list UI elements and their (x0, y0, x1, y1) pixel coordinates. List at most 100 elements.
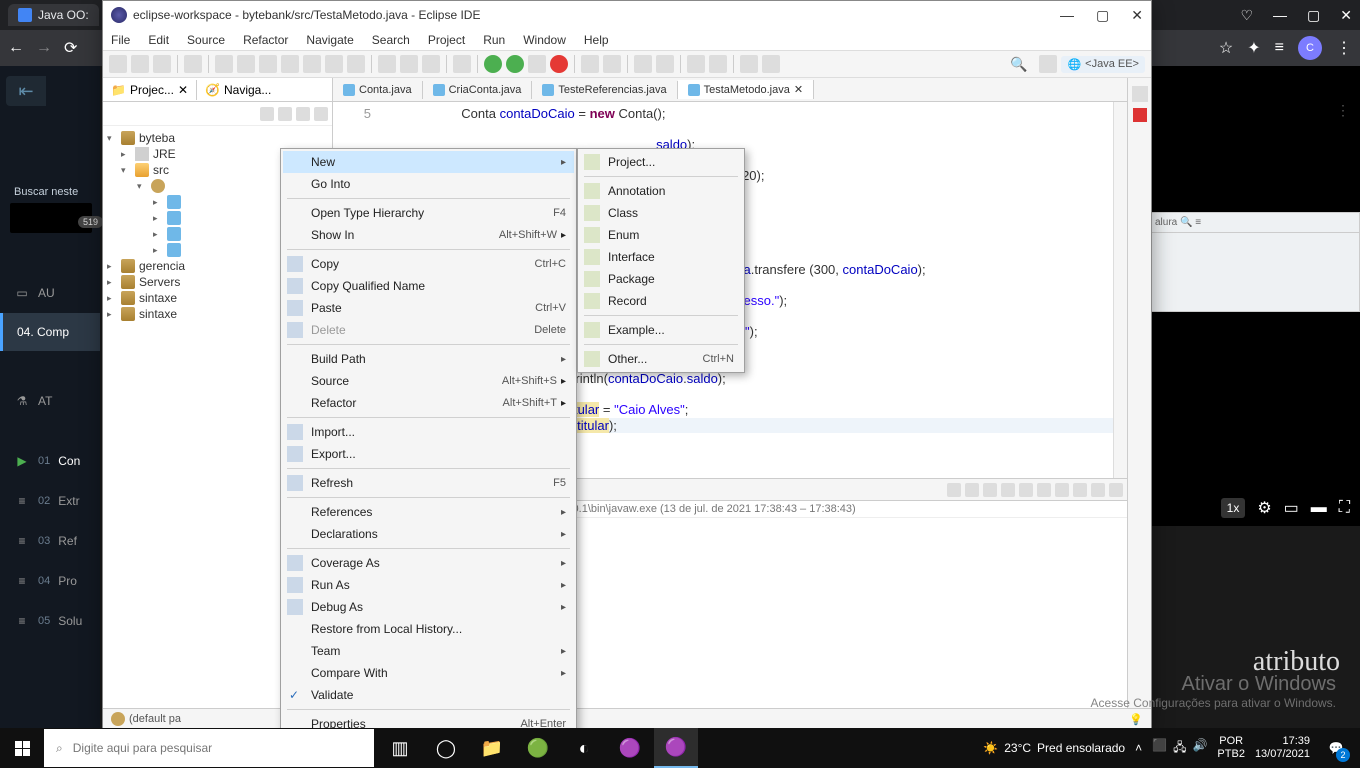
pin-icon[interactable] (453, 55, 471, 73)
new-other-[interactable]: Other...Ctrl+N (580, 348, 742, 370)
sidebar-item-play[interactable]: ▶01Con (0, 441, 100, 481)
explorer-tab-navigator[interactable]: 🧭 Naviga... (197, 80, 279, 100)
debug-green-icon[interactable] (528, 55, 546, 73)
menu-project[interactable]: Project (428, 33, 465, 47)
ctx-copy[interactable]: CopyCtrl+C (283, 253, 574, 275)
link-editor-icon[interactable] (278, 107, 292, 121)
start-button[interactable] (0, 728, 44, 768)
menu-run[interactable]: Run (483, 33, 505, 47)
media-icon[interactable]: ≡ (1275, 39, 1284, 57)
ctx-debug-as[interactable]: Debug As▸ (283, 596, 574, 618)
settings-icon[interactable]: ⚙ (1257, 498, 1271, 518)
extension-icon[interactable]: ✦ (1247, 38, 1260, 58)
sidebar-item-current[interactable]: 04. Comp (0, 313, 100, 351)
run-last-icon[interactable] (215, 55, 233, 73)
menu-edit[interactable]: Edit (148, 33, 169, 47)
forward-button[interactable]: → (36, 39, 52, 57)
sidebar-item-03[interactable]: ≡03Ref (0, 521, 100, 561)
stop-icon[interactable] (259, 55, 277, 73)
menu-icon[interactable]: ⋮ (1336, 38, 1352, 58)
clear-console-icon[interactable] (947, 483, 961, 497)
ctx-references[interactable]: References▸ (283, 501, 574, 523)
task-view-icon[interactable]: ▥ (378, 728, 422, 768)
pip-icon[interactable]: ▭ (1284, 498, 1299, 518)
ctx-compare-with[interactable]: Compare With▸ (283, 662, 574, 684)
favorite-icon[interactable]: ♡ (1240, 7, 1253, 24)
tree-project[interactable]: ▾byteba (105, 130, 330, 146)
ctx-declarations[interactable]: Declarations▸ (283, 523, 574, 545)
notification-center[interactable]: 💬 2 (1320, 732, 1352, 764)
editor-tab-teste[interactable]: TesteReferencias.java (532, 81, 677, 99)
perspective-button[interactable]: 🌐 <Java EE> (1061, 56, 1145, 73)
ctx-new[interactable]: New▸ (283, 151, 574, 173)
minimize-button[interactable]: — (1273, 7, 1287, 24)
back-nav-icon[interactable] (740, 55, 758, 73)
tray-expand-icon[interactable]: ˄ (1135, 741, 1142, 755)
eclipse-minimize[interactable]: — (1060, 7, 1074, 24)
step-out-icon[interactable] (347, 55, 365, 73)
new-enum[interactable]: Enum (580, 224, 742, 246)
filter-icon[interactable] (296, 107, 310, 121)
new-project-[interactable]: Project... (580, 151, 742, 173)
theater-icon[interactable]: ▬ (1311, 499, 1327, 517)
network-icon[interactable]: 🖧 (1173, 738, 1186, 759)
sidebar-item-04[interactable]: ≡04Pro (0, 561, 100, 601)
tip-icon[interactable]: 💡 (1129, 713, 1143, 726)
cortana-icon[interactable]: ◯ (424, 728, 468, 768)
volume-icon[interactable]: 🔊 (1192, 738, 1207, 759)
browser-tab[interactable]: Java OO: (8, 4, 99, 26)
build-icon[interactable] (378, 55, 396, 73)
new-example-[interactable]: Example... (580, 319, 742, 341)
lock-scroll-icon[interactable] (965, 483, 979, 497)
sidebar-collapse-button[interactable]: ⇤ (6, 76, 46, 106)
quick-access-icon[interactable]: 🔍 (1010, 56, 1027, 73)
ctx-source[interactable]: SourceAlt+Shift+S ▸ (283, 370, 574, 392)
run-icon[interactable] (506, 55, 524, 73)
min-icon[interactable] (1091, 483, 1105, 497)
error-marker[interactable] (1133, 108, 1147, 122)
new-annotation[interactable]: Annotation (580, 180, 742, 202)
open-resource-icon[interactable] (634, 55, 652, 73)
step-over-icon[interactable] (303, 55, 321, 73)
ctx-copy-qualified-name[interactable]: Copy Qualified Name (283, 275, 574, 297)
chrome-icon[interactable]: 🟢 (516, 728, 560, 768)
stop-red-icon[interactable] (550, 55, 568, 73)
ctx-import-[interactable]: Import... (283, 421, 574, 443)
editor-tab-conta[interactable]: Conta.java (333, 81, 423, 99)
open-console-icon[interactable] (1073, 483, 1087, 497)
step-icon[interactable] (281, 55, 299, 73)
new-icon[interactable] (109, 55, 127, 73)
profile-avatar[interactable]: C (1298, 36, 1322, 60)
lang-indicator-2[interactable]: PTB2 (1217, 748, 1245, 761)
close-button[interactable]: ✕ (1340, 7, 1352, 24)
weather-widget[interactable]: ☀️ 23°C Pred ensolarado (983, 741, 1125, 755)
collapse-all-icon[interactable] (260, 107, 274, 121)
new-interface[interactable]: Interface (580, 246, 742, 268)
save-all-icon[interactable] (153, 55, 171, 73)
security-icon[interactable]: ⬛ (1152, 738, 1167, 759)
explorer-tab-project[interactable]: 📁 Projec... ✕ (103, 80, 197, 100)
menu-file[interactable]: File (111, 33, 130, 47)
eclipse-close[interactable]: ✕ (1131, 7, 1143, 24)
ctx-team[interactable]: Team▸ (283, 640, 574, 662)
ctx-open-type-hierarchy[interactable]: Open Type HierarchyF4 (283, 202, 574, 224)
ctx-validate[interactable]: ✓Validate (283, 684, 574, 706)
next-icon[interactable] (709, 55, 727, 73)
sidebar-item-05[interactable]: ≡05Solu (0, 601, 100, 641)
editor-tab-testametodo[interactable]: TestaMetodo.java ✕ (678, 80, 814, 99)
ctx-refactor[interactable]: RefactorAlt+Shift+T ▸ (283, 392, 574, 414)
sidebar-item-atividade[interactable]: ⚗AT (0, 381, 100, 421)
debug-icon[interactable] (184, 55, 202, 73)
eclipse-maximize[interactable]: ▢ (1096, 7, 1109, 24)
pin-console-icon[interactable] (983, 483, 997, 497)
ctx-go-into[interactable]: Go Into (283, 173, 574, 195)
clock[interactable]: 17:39 13/07/2021 (1255, 735, 1310, 761)
max-icon[interactable] (1109, 483, 1123, 497)
ctx-refresh[interactable]: RefreshF5 (283, 472, 574, 494)
save-icon[interactable] (131, 55, 149, 73)
outline-icon[interactable] (1132, 86, 1148, 102)
ctx-paste[interactable]: PasteCtrl+V (283, 297, 574, 319)
new-record[interactable]: Record (580, 290, 742, 312)
view-menu-icon[interactable] (314, 107, 328, 121)
maximize-button[interactable]: ▢ (1307, 7, 1320, 24)
